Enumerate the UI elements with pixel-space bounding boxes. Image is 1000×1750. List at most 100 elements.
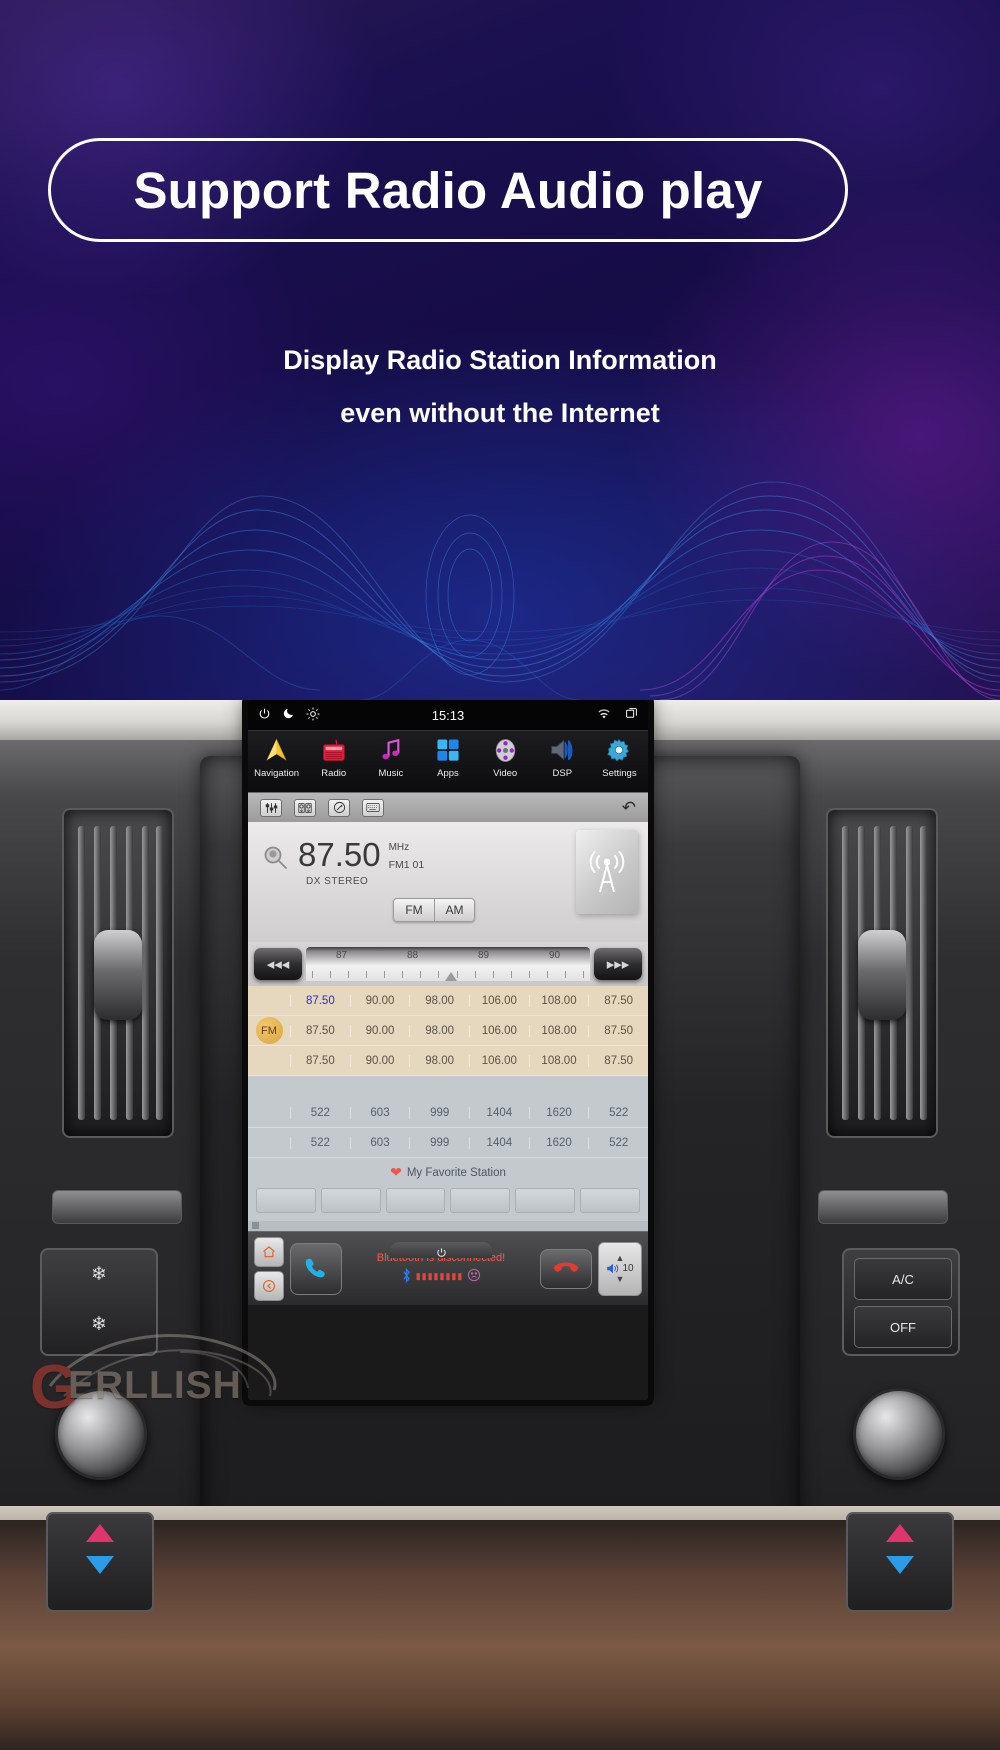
seek-forward-icon[interactable]: ▸▸▸ [594,948,642,980]
preset-cell[interactable]: 1620 [528,1106,589,1119]
favorite-slot[interactable] [256,1188,316,1213]
back-arrow-icon[interactable]: ↶ [622,798,636,818]
volume-value: 10 [622,1263,634,1274]
preset-cell[interactable]: 87.50 [588,1054,648,1067]
temp-up-icon-left[interactable] [86,1524,114,1542]
music-note-icon [362,734,419,766]
fm-band-badge[interactable]: FM [255,1017,283,1044]
preset-cell[interactable]: 106.00 [469,994,529,1007]
preset-cell[interactable]: 108.00 [528,1054,589,1067]
preset-cell[interactable]: 522 [588,1136,648,1149]
app-dsp[interactable]: DSP [534,731,591,779]
favorite-slot[interactable] [385,1188,446,1213]
wifi-icon[interactable] [597,708,611,723]
preset-cell[interactable]: 90.00 [349,994,410,1007]
app-radio[interactable]: Radio [305,731,362,779]
favorites-section: ❤ My Favorite Station [248,1158,648,1221]
subtitle-line-1: Display Radio Station Information [283,345,717,375]
off-button[interactable]: OFF [854,1306,952,1348]
preset-cell[interactable]: 108.00 [528,994,589,1007]
app-settings[interactable]: Settings [591,731,648,779]
preset-cell[interactable]: 522 [588,1106,648,1119]
bluetooth-status-area: Bluetooth is disconnected! ▮▮▮▮▮▮▮▮ [348,1241,534,1286]
preset-cell[interactable]: 108.00 [528,1024,589,1037]
recent-apps-icon[interactable] [625,707,638,723]
preset-cell[interactable]: 98.00 [409,1054,469,1067]
seek-backward-icon[interactable]: ◂◂◂ [254,948,302,980]
ac-button[interactable]: A/C [854,1258,952,1300]
vent-knob-right[interactable] [858,930,906,1020]
fm-preset-table: 87.50 90.00 98.00 106.00 108.00 87.50 FM… [248,986,648,1076]
home-icon[interactable] [254,1236,284,1267]
tuning-cursor [445,972,458,981]
brightness-icon[interactable] [306,707,320,724]
power-icon[interactable] [390,1241,492,1258]
fan-icon-lower[interactable]: ❄ [42,1300,156,1350]
fan-icon-upper[interactable]: ❄ [42,1250,156,1300]
moon-icon[interactable] [282,707,295,723]
chevron-down-icon[interactable]: ▼ [616,1274,625,1284]
preset-cell[interactable]: 603 [349,1106,410,1119]
stereo-speaker-icon[interactable] [294,798,316,817]
preset-cell[interactable]: 98.00 [409,1024,469,1037]
preset-cell[interactable]: 1404 [469,1106,529,1119]
preset-cell[interactable]: 87.50 [290,1054,350,1067]
scale-tick-label: 90 [548,950,561,961]
preset-cell[interactable]: 522 [290,1136,350,1149]
vent-knob-left[interactable] [94,930,142,1020]
temperature-buttons-right [846,1512,954,1612]
preset-cell[interactable]: 999 [409,1106,469,1119]
favorite-slot[interactable] [320,1188,381,1213]
preset-cell[interactable]: 87.50 [588,1024,648,1037]
tuning-scale[interactable]: 87 88 89 90 [306,947,590,981]
fm-button[interactable]: FM [394,899,434,921]
chevron-up-icon[interactable]: ▲ [616,1253,625,1263]
rotary-knob-left[interactable] [55,1388,147,1480]
preset-cell[interactable]: 999 [409,1136,469,1149]
app-navigation[interactable]: Navigation [248,731,305,779]
temp-down-icon-left[interactable] [86,1556,114,1574]
am-button[interactable]: AM [434,899,474,921]
preset-cell[interactable]: 87.50 [588,994,648,1007]
scale-tick-label: 88 [406,950,419,961]
app-video[interactable]: Video [477,731,534,779]
favorite-slot[interactable] [580,1188,640,1213]
table-row: 87.50 90.00 98.00 106.00 108.00 87.50 [248,986,648,1016]
preset-cell[interactable]: 98.00 [409,994,469,1007]
preset-cell[interactable]: 603 [349,1136,410,1149]
phone-call-icon[interactable] [290,1242,342,1295]
app-music[interactable]: Music [362,731,419,779]
equalizer-icon[interactable] [260,798,282,817]
preset-cell[interactable]: 1620 [528,1136,589,1149]
scroll-handle[interactable] [248,1221,648,1231]
preset-cell[interactable]: 106.00 [469,1054,529,1067]
frequency-row: 87.50 MHz FM1 01 [262,838,424,872]
temp-down-icon-right[interactable] [886,1556,914,1574]
rotary-knob-right[interactable] [853,1388,945,1480]
fan-control-cluster-left: ❄ ❄ [40,1248,158,1356]
app-label: Navigation [254,768,300,779]
hangup-icon[interactable] [540,1248,592,1289]
keyboard-icon[interactable] [362,798,384,817]
preset-cell[interactable]: 87.50 [290,994,350,1007]
preset-cell[interactable]: 90.00 [349,1024,410,1037]
preset-cell[interactable]: 106.00 [469,1024,529,1037]
temp-up-icon-right[interactable] [886,1524,914,1542]
band-toggle[interactable]: FM AM [393,898,475,922]
preset-cell[interactable]: 90.00 [349,1054,410,1067]
back-circle-icon[interactable] [254,1270,284,1301]
tuning-scale-labels: 87 88 89 90 [306,950,590,961]
favorite-slot[interactable] [450,1188,511,1213]
preset-cell[interactable]: 87.50 [290,1024,350,1037]
magnifier-icon[interactable] [262,844,290,872]
climate-control-cluster-right: A/C OFF [842,1248,960,1356]
app-apps[interactable]: Apps [419,731,476,779]
preset-cell[interactable]: 1404 [469,1136,529,1149]
app-label: Video [493,768,518,779]
preset-cell[interactable]: 522 [290,1106,350,1119]
volume-control[interactable]: ▲ 10 ▼ [598,1241,642,1296]
gear-icon [591,734,648,766]
favorite-slot[interactable] [515,1188,576,1213]
scan-dial-icon[interactable] [328,798,350,817]
power-icon[interactable] [258,707,271,723]
